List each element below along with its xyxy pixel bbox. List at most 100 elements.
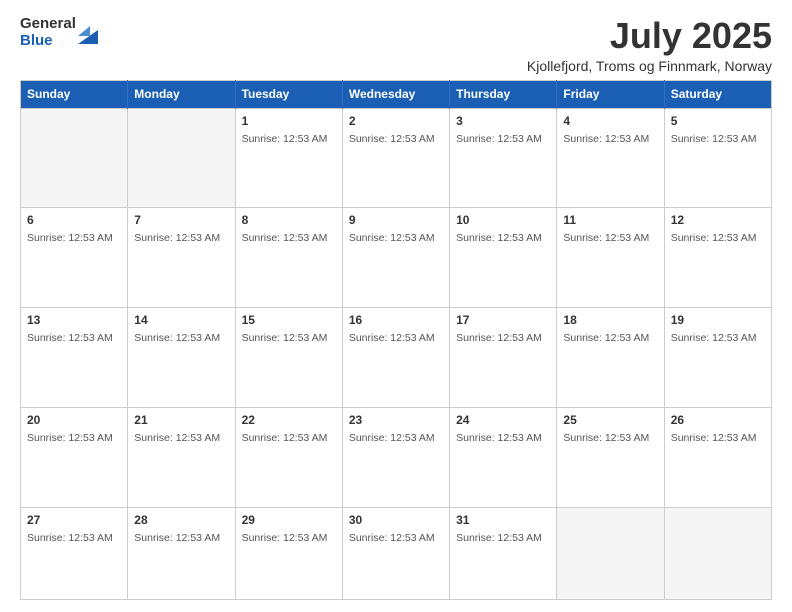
calendar-cell [664, 507, 771, 599]
day-number: 19 [671, 313, 765, 327]
day-number: 26 [671, 413, 765, 427]
calendar-week-row: 20Sunrise: 12:53 AM21Sunrise: 12:53 AM22… [21, 408, 772, 508]
calendar-cell: 16 Sunrise: 12:53 AM [342, 308, 449, 408]
day-number: 4 [563, 114, 657, 128]
calendar-cell: 7 Sunrise: 12:53 AM [128, 208, 235, 308]
calendar-cell: 23Sunrise: 12:53 AM [342, 408, 449, 508]
sunrise-time: Sunrise: 12:53 AM [242, 133, 328, 145]
sunrise-time: Sunrise: 12:53 AM [563, 432, 649, 444]
sunrise-time: Sunrise: 12:53 AM [349, 332, 435, 344]
sunrise-time: Sunrise: 12:53 AM [242, 432, 328, 444]
day-number: 3 [456, 114, 550, 128]
calendar-cell: 28 Sunrise: 12:53 AM [128, 507, 235, 599]
day-number: 18 [563, 313, 657, 327]
day-number: 5 [671, 114, 765, 128]
sunrise-time: Sunrise: 12:53 AM [27, 432, 113, 444]
day-number: 30 [349, 513, 443, 527]
sunrise-time: Sunrise: 12:53 AM [134, 532, 220, 544]
calendar-day-header: Thursday [450, 80, 557, 108]
calendar-cell: 4 Sunrise: 12:53 AM [557, 108, 664, 208]
sunrise-time: Sunrise: 12:53 AM [242, 532, 328, 544]
sunrise-time: Sunrise: 12:53 AM [456, 432, 542, 444]
calendar-cell: 18 Sunrise: 12:53 AM [557, 308, 664, 408]
calendar-day-header: Wednesday [342, 80, 449, 108]
calendar-cell: 13 Sunrise: 12:53 AM [21, 308, 128, 408]
logo-blue: Blue [20, 32, 53, 49]
calendar-cell: 24Sunrise: 12:53 AM [450, 408, 557, 508]
month-title: July 2025 [527, 16, 772, 56]
calendar-cell: 27 Sunrise: 12:53 AM [21, 507, 128, 599]
sunrise-time: Sunrise: 12:53 AM [349, 432, 435, 444]
day-number: 2 [349, 114, 443, 128]
sunrise-time: Sunrise: 12:53 AM [134, 432, 220, 444]
sunrise-time: Sunrise: 12:53 AM [242, 232, 328, 244]
calendar-cell: 3 Sunrise: 12:53 AM [450, 108, 557, 208]
calendar-cell: 2Sunrise: 12:53 AM [342, 108, 449, 208]
day-number: 13 [27, 313, 121, 327]
header: General Blue July 2025 Kjollefjord, Trom… [20, 16, 772, 74]
calendar-cell: 12Sunrise: 12:53 AM [664, 208, 771, 308]
day-number: 9 [349, 213, 443, 227]
calendar-cell: 25 Sunrise: 12:53 AM [557, 408, 664, 508]
title-block: July 2025 Kjollefjord, Troms og Finnmark… [527, 16, 772, 74]
calendar-cell: 26 Sunrise: 12:53 AM [664, 408, 771, 508]
calendar-cell: 5 Sunrise: 12:53 AM [664, 108, 771, 208]
calendar-cell [128, 108, 235, 208]
calendar-cell: 1 Sunrise: 12:53 AM [235, 108, 342, 208]
day-number: 1 [242, 114, 336, 128]
sunrise-time: Sunrise: 12:53 AM [134, 232, 220, 244]
sunrise-time: Sunrise: 12:53 AM [349, 532, 435, 544]
calendar-day-header: Monday [128, 80, 235, 108]
calendar-cell: 30 Sunrise: 12:53 AM [342, 507, 449, 599]
logo-icon [78, 22, 98, 44]
calendar-week-row: 27Sunrise: 12:53 AM28Sunrise: 12:53 AM29… [21, 507, 772, 599]
calendar-cell: 17Sunrise: 12:53 AM [450, 308, 557, 408]
calendar-day-header: Friday [557, 80, 664, 108]
day-number: 16 [349, 313, 443, 327]
location: Kjollefjord, Troms og Finnmark, Norway [527, 58, 772, 74]
day-number: 29 [242, 513, 336, 527]
sunrise-time: Sunrise: 12:53 AM [134, 332, 220, 344]
calendar-day-header: Sunday [21, 80, 128, 108]
sunrise-time: Sunrise: 12:53 AM [456, 133, 542, 145]
sunrise-time: Sunrise: 12:53 AM [456, 232, 542, 244]
day-number: 8 [242, 213, 336, 227]
calendar-day-header: Tuesday [235, 80, 342, 108]
page: General Blue July 2025 Kjollefjord, Trom… [0, 0, 792, 612]
calendar-cell: 22 Sunrise: 12:53 AM [235, 408, 342, 508]
day-number: 22 [242, 413, 336, 427]
sunrise-time: Sunrise: 12:53 AM [563, 133, 649, 145]
sunrise-time: Sunrise: 12:53 AM [563, 232, 649, 244]
logo: General Blue [20, 16, 98, 49]
day-number: 27 [27, 513, 121, 527]
day-number: 21 [134, 413, 228, 427]
calendar-cell: 14 Sunrise: 12:53 AM [128, 308, 235, 408]
sunrise-time: Sunrise: 12:53 AM [563, 332, 649, 344]
sunrise-time: Sunrise: 12:53 AM [456, 532, 542, 544]
calendar-cell: 9 Sunrise: 12:53 AM [342, 208, 449, 308]
calendar-cell: 29 Sunrise: 12:53 AM [235, 507, 342, 599]
calendar-week-row: 6 Sunrise: 12:53 AM 7 Sunrise: 12:53 AM 8 Sun… [21, 208, 772, 308]
sunrise-time: Sunrise: 12:53 AM [27, 532, 113, 544]
calendar: SundayMondayTuesdayWednesdayThursdayFrid… [20, 80, 772, 600]
day-number: 12 [671, 213, 765, 227]
sunrise-time: Sunrise: 12:53 AM [671, 133, 757, 145]
day-number: 6 [27, 213, 121, 227]
sunrise-time: Sunrise: 12:53 AM [27, 332, 113, 344]
day-number: 25 [563, 413, 657, 427]
day-number: 15 [242, 313, 336, 327]
calendar-cell: 20Sunrise: 12:53 AM [21, 408, 128, 508]
day-number: 28 [134, 513, 228, 527]
sunrise-time: Sunrise: 12:53 AM [242, 332, 328, 344]
calendar-cell [21, 108, 128, 208]
calendar-cell: 8 Sunrise: 12:53 AM [235, 208, 342, 308]
day-number: 7 [134, 213, 228, 227]
sunrise-time: Sunrise: 12:53 AM [671, 332, 757, 344]
sunrise-time: Sunrise: 12:53 AM [671, 432, 757, 444]
calendar-week-row: 13Sunrise: 12:53 AM14Sunrise: 12:53 AM15… [21, 308, 772, 408]
day-number: 10 [456, 213, 550, 227]
calendar-cell: 15 Sunrise: 12:53 AM [235, 308, 342, 408]
day-number: 14 [134, 313, 228, 327]
calendar-header-row: SundayMondayTuesdayWednesdayThursdayFrid… [21, 80, 772, 108]
sunrise-time: Sunrise: 12:53 AM [349, 232, 435, 244]
